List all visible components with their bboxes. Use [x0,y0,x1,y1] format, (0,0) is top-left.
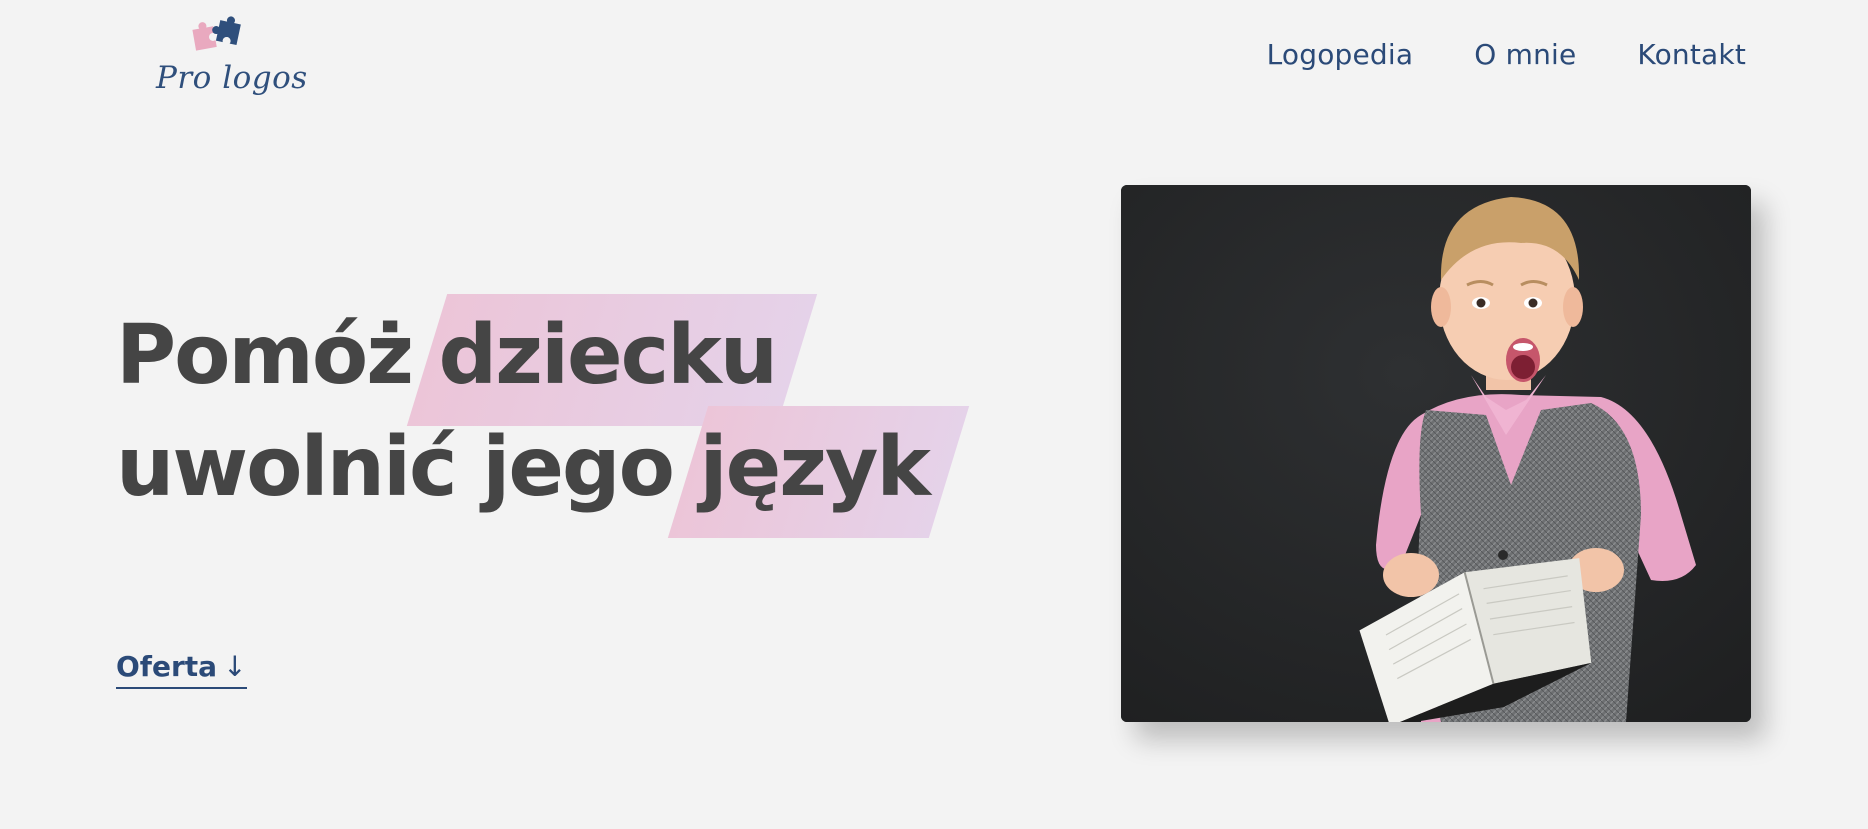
hero-photo [1121,185,1751,722]
headline-highlight: język [700,412,931,524]
boy-with-book-image [1121,185,1751,722]
headline-line-1: Pomóż dziecku [116,300,929,412]
nav-link-o-mnie[interactable]: O mnie [1474,38,1576,71]
nav-link-kontakt[interactable]: Kontakt [1637,38,1746,71]
headline-text: uwolnić jego [116,420,675,515]
headline-line-2: uwolnić jego język [116,412,931,524]
arrow-down-icon: ↓ [223,650,247,683]
landing-page: Pro logos Logopedia O mnie Kontakt Pomóż… [0,0,1868,829]
headline-text: Pomóż [116,308,414,403]
logo-text: Pro logos [156,60,308,96]
hero-headline: Pomóż dziecku uwolnić jego język [116,300,931,524]
puzzle-logo-icon [192,16,241,51]
offer-link[interactable]: Oferta ↓ [116,650,247,689]
main-nav: Logopedia O mnie Kontakt [1267,38,1746,71]
headline-highlight: dziecku [439,300,779,412]
nav-link-logopedia[interactable]: Logopedia [1267,38,1414,71]
offer-link-label: Oferta [116,650,218,683]
site-logo[interactable]: Pro logos [150,16,307,106]
